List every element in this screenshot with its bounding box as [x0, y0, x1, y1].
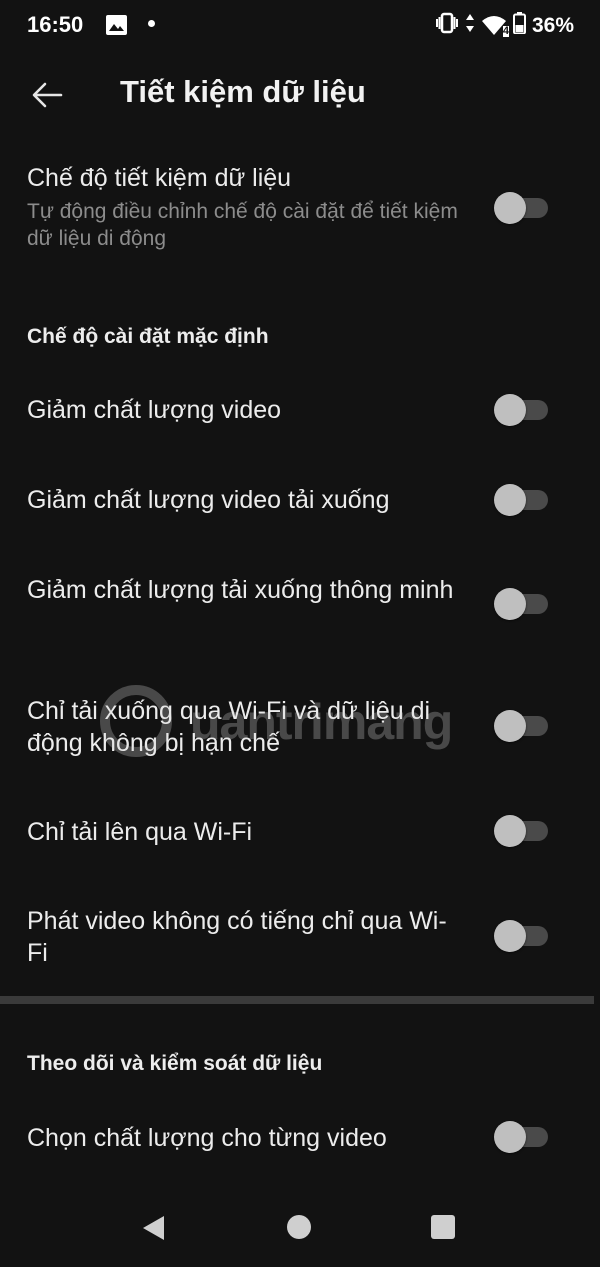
arrow-left-icon	[32, 82, 63, 108]
wifi-icon: 4	[481, 15, 509, 37]
gallery-icon	[106, 15, 127, 41]
data-saver-mode-row[interactable]: Chế độ tiết kiệm dữ liệu Tự động điều ch…	[0, 150, 600, 265]
setting-label: Chỉ tải xuống qua Wi-Fi và dữ liệu di độ…	[27, 697, 431, 757]
network-badge: 4	[502, 25, 509, 37]
nav-home-icon[interactable]	[287, 1215, 311, 1239]
setting-toggle[interactable]	[494, 586, 548, 622]
data-arrows-icon	[465, 12, 475, 40]
status-icons: 4 36%	[435, 12, 574, 40]
section-divider	[0, 996, 594, 1004]
system-nav-bar	[0, 1190, 600, 1267]
setting-toggle[interactable]	[494, 813, 548, 849]
setting-label: Chọn chất lượng cho từng video	[27, 1124, 387, 1152]
app-bar: Tiết kiệm dữ liệu	[0, 60, 600, 130]
setting-row-download-wifi-unrestricted[interactable]: Chỉ tải xuống qua Wi-Fi và dữ liệu di độ…	[0, 680, 600, 772]
setting-row-smart-download-quality[interactable]: Giảm chất lượng tải xuống thông minh	[0, 560, 600, 650]
setting-toggle[interactable]	[494, 1119, 548, 1155]
status-bar: 16:50 4 36%	[0, 0, 600, 52]
page-title: Tiết kiệm dữ liệu	[120, 74, 366, 109]
setting-row-quality-per-video[interactable]: Chọn chất lượng cho từng video	[0, 1106, 600, 1172]
setting-label: Giảm chất lượng tải xuống thông minh	[27, 576, 454, 604]
nav-recents-icon[interactable]	[431, 1215, 455, 1239]
setting-toggle[interactable]	[494, 918, 548, 954]
setting-toggle[interactable]	[494, 708, 548, 744]
section-header-data-monitoring: Theo dõi và kiểm soát dữ liệu	[27, 1052, 323, 1075]
setting-label: Giảm chất lượng video tải xuống	[27, 486, 390, 514]
status-time: 16:50	[27, 12, 84, 37]
data-saver-mode-description: Tự động điều chỉnh chế độ cài đặt để tiế…	[27, 200, 458, 250]
setting-row-reduce-video-quality[interactable]: Giảm chất lượng video	[0, 378, 600, 444]
setting-row-upload-wifi-only[interactable]: Chỉ tải lên qua Wi-Fi	[0, 800, 600, 866]
nav-back-icon[interactable]	[140, 1214, 168, 1247]
setting-row-muted-playback-wifi[interactable]: Phát video không có tiếng chỉ qua Wi-Fi	[0, 892, 600, 982]
setting-row-reduce-download-quality[interactable]: Giảm chất lượng video tải xuống	[0, 468, 600, 534]
data-saver-mode-label: Chế độ tiết kiệm dữ liệu	[27, 164, 292, 192]
notification-dot-icon	[148, 20, 155, 27]
battery-icon	[512, 12, 526, 40]
setting-toggle[interactable]	[494, 482, 548, 518]
setting-label: Chỉ tải lên qua Wi-Fi	[27, 818, 253, 846]
back-button[interactable]	[20, 70, 74, 120]
battery-percent: 36%	[531, 14, 574, 37]
setting-toggle[interactable]	[494, 392, 548, 428]
vibrate-icon	[435, 12, 459, 40]
data-saver-mode-toggle[interactable]	[494, 190, 548, 226]
setting-label: Giảm chất lượng video	[27, 396, 282, 424]
setting-label: Phát video không có tiếng chỉ qua Wi-Fi	[27, 907, 447, 967]
section-header-default-settings: Chế độ cài đặt mặc định	[27, 325, 269, 348]
